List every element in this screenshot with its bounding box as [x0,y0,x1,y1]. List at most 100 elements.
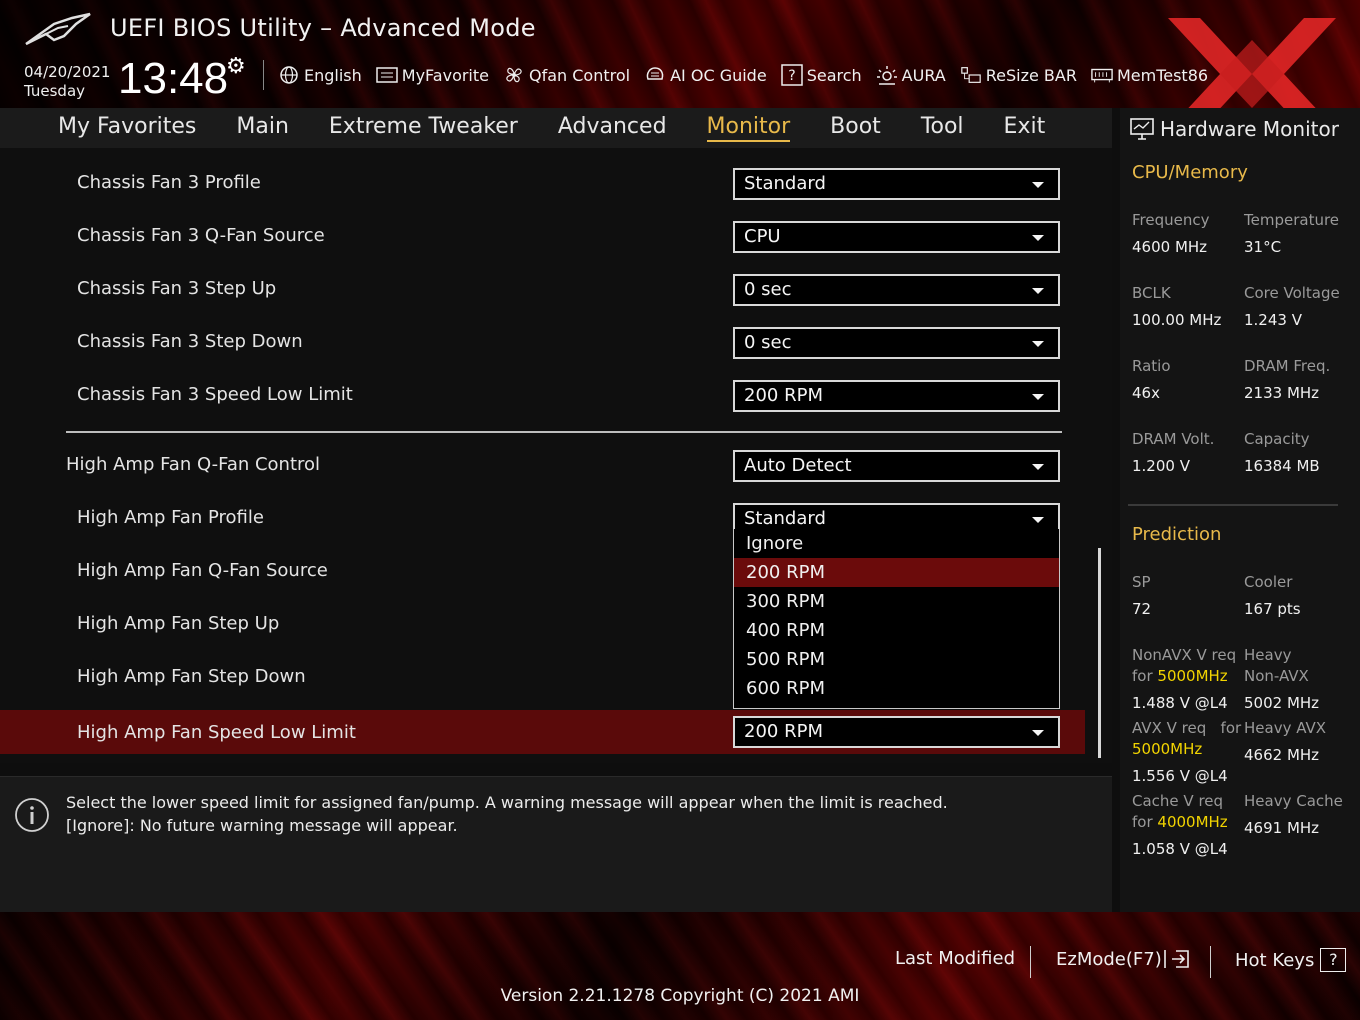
setting-label: High Amp Fan Q-Fan Control [66,454,321,475]
cooler-label: Cooler [1244,573,1293,591]
setting-row[interactable]: Chassis Fan 3 Q-Fan Source CPU [0,213,1085,257]
memtest-icon [1091,65,1113,85]
dropdown-option[interactable]: 600 RPM [734,674,1059,703]
hardware-monitor-panel: Hardware Monitor CPU/Memory Frequency 46… [1120,108,1360,912]
dropdown-option[interactable]: 300 RPM [734,587,1059,616]
toolbar: English MyFavorite Qfan Control AI OC Gu… [278,62,1222,88]
header-separator [263,60,264,90]
dropdown-option-highlighted[interactable]: 200 RPM [734,558,1059,587]
tab-my-favorites[interactable]: My Favorites [58,108,196,148]
setting-select-value: 200 RPM [744,385,823,406]
section-divider [66,431,1062,433]
setting-row[interactable]: Chassis Fan 3 Speed Low Limit 200 RPM [0,372,1085,416]
capacity-label: Capacity [1244,430,1310,448]
toolbar-search-label: Search [806,65,862,85]
chevron-down-icon [1032,394,1044,400]
prediction-section-title: Prediction [1132,524,1222,545]
toolbar-ai-oc-guide[interactable]: AI OC Guide [644,65,767,85]
setting-select-value: Standard [744,173,826,194]
tab-tool[interactable]: Tool [921,108,964,148]
clock-display[interactable]: 13:48 [118,54,228,104]
dropdown-option[interactable]: Ignore [734,529,1059,558]
nonavx-label-text: NonAVX V req [1132,646,1237,664]
avx-for: for [1220,719,1242,737]
help-line: Select the lower speed limit for assigne… [66,793,948,812]
chevron-down-icon [1032,235,1044,241]
date-display: 04/20/2021 [24,63,111,81]
setting-row[interactable]: Chassis Fan 3 Step Up 0 sec [0,266,1085,310]
setting-label: Chassis Fan 3 Profile [77,172,261,193]
cpu-memory-section-title: CPU/Memory [1132,162,1248,183]
favorite-icon [376,65,398,85]
svg-text:?: ? [788,68,795,84]
last-modified-button[interactable]: Last Modified [895,948,1015,969]
setting-select-value: Standard [744,508,826,529]
setting-row[interactable]: High Amp Fan Q-Fan Control Auto Detect [0,442,1085,486]
dropdown-option[interactable]: 400 RPM [734,616,1059,645]
setting-row[interactable]: Chassis Fan 3 Profile Standard [0,160,1085,204]
scrollbar[interactable] [1098,548,1101,758]
setting-select[interactable]: 0 sec [733,327,1060,359]
tab-main[interactable]: Main [236,108,289,148]
tab-monitor[interactable]: Monitor [706,108,790,148]
dram-volt-value: 1.200 V [1132,457,1190,475]
tab-advanced[interactable]: Advanced [558,108,667,148]
footer-bar: Last Modified EzMode(F7) Hot Keys ? Vers… [0,912,1360,1020]
setting-select[interactable]: 200 RPM [733,380,1060,412]
hotkeys-label: Hot Keys [1235,949,1315,971]
setting-select[interactable]: CPU [733,221,1060,253]
tab-boot[interactable]: Boot [830,108,881,148]
ezmode-button[interactable]: EzMode(F7) [1056,948,1192,970]
setting-row[interactable]: Chassis Fan 3 Step Down 0 sec [0,319,1085,363]
day-display: Tuesday [24,82,86,100]
heavy-nonavx-label-1: Heavy [1244,646,1292,664]
heavy-avx-label: Heavy AVX [1244,719,1327,737]
help-text: Select the lower speed limit for assigne… [66,791,948,837]
setting-select-value: 0 sec [744,332,792,353]
setting-select[interactable]: 0 sec [733,274,1060,306]
setting-select[interactable]: Auto Detect [733,450,1060,482]
monitor-icon [1130,118,1154,140]
heavy-nonavx-label: Heavy Non-AVX [1244,645,1309,687]
sp-label: SP [1132,573,1151,591]
rog-logo-icon [25,12,91,46]
globe-icon [278,65,300,85]
toolbar-aura[interactable]: AURA [876,65,946,85]
setting-label: Chassis Fan 3 Speed Low Limit [77,384,353,405]
setting-select-value: 0 sec [744,279,792,300]
chevron-down-icon [1032,464,1044,470]
heavy-avx-value: 4662 MHz [1244,746,1320,764]
section-divider [1128,504,1338,506]
gear-icon[interactable]: ⚙ [226,54,246,79]
cache-voltage: 1.058 V @L4 [1132,840,1228,858]
frequency-label: Frequency [1132,211,1210,229]
cache-label-text: Cache V req [1132,792,1224,810]
toolbar-search[interactable]: ? Search [780,64,862,86]
dropdown-list: Ignore 200 RPM 300 RPM 400 RPM 500 RPM 6… [733,529,1060,709]
exit-arrow-icon [1163,950,1189,968]
setting-select[interactable]: 200 RPM [733,716,1060,748]
setting-row-selected[interactable]: High Amp Fan Speed Low Limit 200 RPM [0,710,1085,754]
toolbar-myfavorite[interactable]: MyFavorite [376,65,489,85]
toolbar-english[interactable]: English [278,65,362,85]
main-tabs: My Favorites Main Extreme Tweaker Advanc… [0,108,1112,148]
dram-volt-label: DRAM Volt. [1132,430,1215,448]
avx-label-row: AVX V req for [1132,718,1241,739]
toolbar-resize-bar-label: ReSize BAR [985,65,1077,85]
tab-extreme-tweaker[interactable]: Extreme Tweaker [329,108,518,148]
footer-separator [1030,946,1031,978]
setting-select[interactable]: Standard [733,168,1060,200]
cooler-value: 167 pts [1244,600,1301,618]
ai-oc-icon [644,65,666,85]
setting-label: High Amp Fan Step Down [77,666,306,687]
tab-exit[interactable]: Exit [1004,108,1046,148]
avx-voltage: 1.556 V @L4 [1132,767,1228,785]
heavy-cache-value: 4691 MHz [1244,819,1320,837]
capacity-value: 16384 MB [1244,457,1320,475]
setting-label: Chassis Fan 3 Step Down [77,331,303,352]
dropdown-option[interactable]: 500 RPM [734,645,1059,674]
hotkeys-button[interactable]: Hot Keys ? [1235,948,1347,972]
info-icon [15,798,49,832]
toolbar-qfan[interactable]: Qfan Control [503,65,630,85]
toolbar-resize-bar[interactable]: ReSize BAR [960,65,1077,85]
